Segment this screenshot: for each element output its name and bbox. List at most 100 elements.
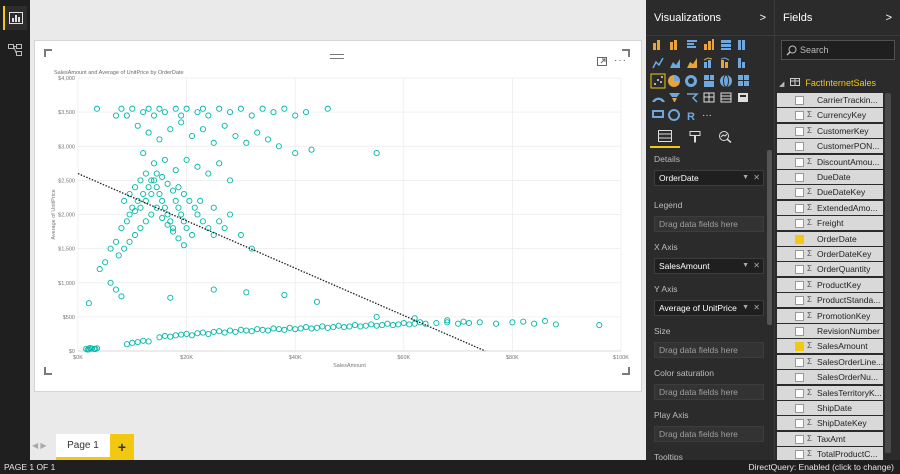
field-item[interactable]: Σ DueDateKey xyxy=(777,185,883,201)
data-point xyxy=(199,126,206,133)
field-item[interactable]: Σ SalesTerritoryK... xyxy=(777,385,883,401)
table-factinternetsales[interactable]: ◢ FactInternetSales xyxy=(779,76,876,90)
checked-checkbox-icon[interactable] xyxy=(795,234,804,244)
field-item[interactable]: Σ PromotionKey xyxy=(777,308,883,324)
data-point xyxy=(153,184,160,191)
data-point xyxy=(308,146,315,153)
y-tick-label: $3,000 xyxy=(58,144,75,150)
checkbox-icon[interactable] xyxy=(795,450,804,460)
field-item[interactable]: Σ ProductStanda... xyxy=(777,293,883,309)
chevron-down-icon[interactable]: ▼ xyxy=(742,171,749,185)
directquery-status[interactable]: DirectQuery: Enabled (click to change) xyxy=(748,460,894,474)
checked-checkbox-icon[interactable] xyxy=(795,342,804,352)
relationships-view-icon[interactable] xyxy=(3,38,27,62)
analytics-icon[interactable] xyxy=(710,126,740,148)
checkbox-icon[interactable] xyxy=(795,434,804,444)
checkbox-icon[interactable] xyxy=(795,157,804,167)
field-item[interactable]: SalesOrderNu... xyxy=(777,370,883,386)
well-size[interactable]: Drag data fields here xyxy=(654,342,764,358)
field-item[interactable]: Σ SalesAmount xyxy=(777,339,883,355)
checkbox-icon[interactable] xyxy=(795,280,804,290)
tab-nav-arrows[interactable]: ◀ ▶ xyxy=(32,441,47,450)
checkbox-icon[interactable] xyxy=(795,296,804,306)
report-page[interactable]: ··· SalesAmount and Average of UnitPrice… xyxy=(34,40,642,392)
scatter-visual[interactable]: ··· SalesAmount and Average of UnitPrice… xyxy=(44,49,630,375)
data-point xyxy=(216,105,223,112)
remove-icon[interactable]: ✕ xyxy=(753,259,760,273)
field-item[interactable]: Σ DiscountAmou... xyxy=(777,154,883,170)
search-input[interactable]: Search xyxy=(781,40,895,60)
checkbox-icon[interactable] xyxy=(795,388,804,398)
checkbox-icon[interactable] xyxy=(795,173,804,182)
checkbox-icon[interactable] xyxy=(795,311,804,321)
well-y-axis[interactable]: Average of UnitPrice ▼ ✕ xyxy=(654,300,764,316)
checkbox-icon[interactable] xyxy=(795,327,804,336)
checkbox-icon[interactable] xyxy=(795,126,804,136)
data-point xyxy=(175,235,182,242)
chevron-down-icon[interactable]: ▼ xyxy=(742,259,749,273)
field-name: RevisionNumber xyxy=(817,326,880,336)
report-view-icon[interactable] xyxy=(3,6,27,30)
data-point xyxy=(373,150,380,157)
remove-icon[interactable]: ✕ xyxy=(753,171,760,185)
checkbox-icon[interactable] xyxy=(795,188,804,198)
field-item[interactable]: CustomerPON... xyxy=(777,139,883,155)
fields-icon[interactable] xyxy=(650,126,680,148)
fields-scrollbar[interactable] xyxy=(885,93,891,453)
well-details[interactable]: OrderDate ▼ ✕ xyxy=(654,170,764,186)
data-point xyxy=(199,329,206,336)
data-point xyxy=(232,328,239,335)
add-page-button[interactable]: + xyxy=(110,434,134,460)
field-item[interactable]: Σ TaxAmt xyxy=(777,431,883,447)
field-item[interactable]: OrderDate xyxy=(777,231,883,247)
collapse-visualizations-icon[interactable]: > xyxy=(760,12,766,24)
data-point xyxy=(308,325,315,332)
field-name: Freight xyxy=(817,218,844,229)
page-indicator: PAGE 1 OF 1 xyxy=(4,462,56,472)
checkbox-icon[interactable] xyxy=(795,404,804,413)
checkbox-icon[interactable] xyxy=(795,219,804,229)
checkbox-icon[interactable] xyxy=(795,250,804,259)
well-value: SalesAmount xyxy=(659,261,710,271)
data-point xyxy=(123,341,130,348)
well-legend[interactable]: Drag data fields here xyxy=(654,216,764,232)
field-item[interactable]: DueDate xyxy=(777,170,883,185)
viz-scrollbar[interactable] xyxy=(767,150,772,325)
checkbox-icon[interactable] xyxy=(795,357,804,367)
field-item[interactable]: CarrierTrackin... xyxy=(777,93,883,108)
tab-page-1[interactable]: Page 1 xyxy=(56,434,110,460)
field-item[interactable]: ShipDate xyxy=(777,401,883,416)
checkbox-icon[interactable] xyxy=(795,419,804,429)
checkbox-icon[interactable] xyxy=(795,111,804,121)
data-point xyxy=(275,326,282,333)
field-item[interactable]: Σ SalesOrderLine... xyxy=(777,354,883,370)
field-item[interactable]: RevisionNumber xyxy=(777,324,883,339)
visual-type-icons[interactable]: R ··· xyxy=(650,38,766,123)
chevron-down-icon[interactable]: ▼ xyxy=(742,301,749,315)
data-point xyxy=(297,325,304,332)
field-item[interactable]: Σ OrderDateKey xyxy=(777,247,883,262)
well-color-saturation[interactable]: Drag data fields here xyxy=(654,384,764,400)
checkbox-icon[interactable] xyxy=(795,265,804,275)
remove-icon[interactable]: ✕ xyxy=(753,301,760,315)
checkbox-icon[interactable] xyxy=(795,203,804,213)
checkbox-icon[interactable] xyxy=(795,96,804,105)
well-play-axis[interactable]: Drag data fields here xyxy=(654,426,764,442)
field-item[interactable]: Σ CustomerKey xyxy=(777,123,883,139)
field-item[interactable]: Σ OrderQuantity xyxy=(777,262,883,278)
data-point xyxy=(159,197,166,204)
field-item[interactable]: Σ CurrencyKey xyxy=(777,108,883,124)
field-item[interactable]: Σ ShipDateKey xyxy=(777,416,883,432)
data-point xyxy=(172,197,179,204)
checkbox-icon[interactable] xyxy=(795,142,804,152)
checkbox-icon[interactable] xyxy=(795,373,804,383)
well-x-axis[interactable]: SalesAmount ▼ ✕ xyxy=(654,258,764,274)
format-icon[interactable] xyxy=(680,126,710,148)
field-item[interactable]: Σ Freight xyxy=(777,216,883,232)
field-item[interactable]: Σ ExtendedAmo... xyxy=(777,200,883,216)
expand-icon[interactable]: ◢ xyxy=(779,81,784,88)
field-item[interactable]: Σ ProductKey xyxy=(777,277,883,293)
data-point xyxy=(140,190,147,198)
data-point xyxy=(357,323,364,330)
collapse-fields-icon[interactable]: > xyxy=(886,12,892,24)
